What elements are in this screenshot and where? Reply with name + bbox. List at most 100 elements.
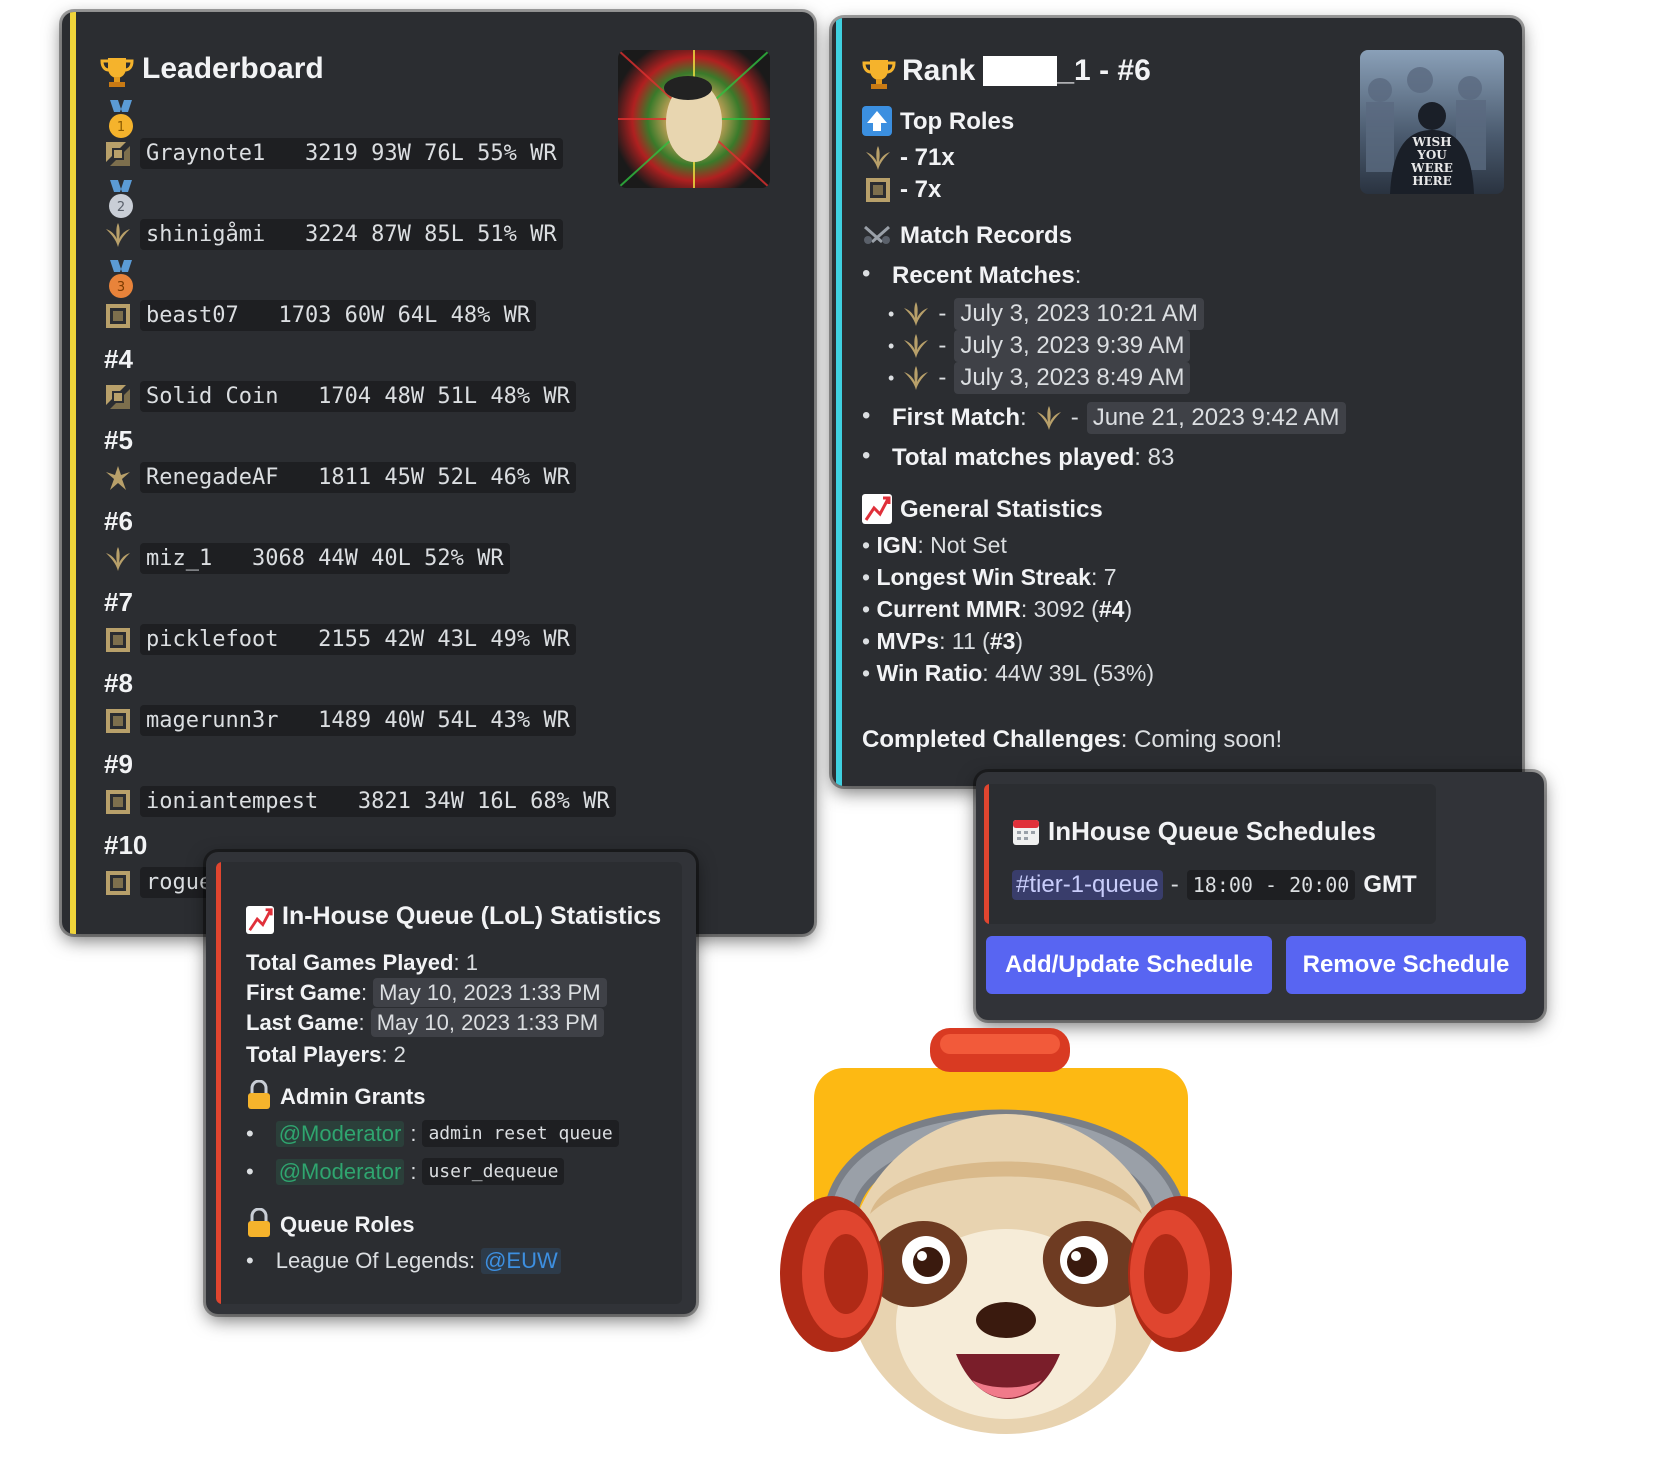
gold-medal-icon: 1 — [104, 100, 138, 140]
support-icon — [104, 788, 132, 816]
bullet: • — [246, 1120, 254, 1146]
rank-title-prefix: Rank — [902, 54, 976, 87]
trophy-icon — [862, 58, 896, 95]
rank-label: #7 — [104, 587, 133, 617]
leaderboard-stats: beast07 1703 60W 64L 48% WR — [140, 300, 537, 331]
recent-match-item: • - July 3, 2023 10:21 AM — [888, 298, 1204, 330]
chart-increasing-icon — [246, 906, 274, 934]
match-timestamp[interactable]: July 3, 2023 9:39 AM — [954, 330, 1191, 362]
jungle-icon — [864, 144, 892, 172]
stat-line: • Current MMR: 3092 (#4) — [862, 596, 1133, 622]
jungle-icon — [902, 300, 930, 328]
first-match-label: First Match — [892, 404, 1021, 431]
bullet: • — [862, 260, 871, 287]
leaderboard-row: rogue — [104, 867, 219, 898]
match-records-heading: Match Records — [900, 222, 1073, 249]
top-role-count: - 7x — [900, 176, 942, 203]
bronze-medal-icon: 3 — [104, 260, 138, 300]
silver-medal-icon: 2 — [104, 180, 138, 220]
channel-mention[interactable]: #tier-1-queue — [1012, 870, 1163, 900]
stat-rank: #4 — [1098, 596, 1125, 622]
role-mention[interactable]: @Moderator — [275, 1158, 405, 1185]
stat-line: • Win Ratio: 44W 39L (53%) — [862, 660, 1155, 686]
sub-bullet: • — [888, 335, 895, 356]
support-icon — [104, 707, 132, 735]
support-icon — [104, 302, 132, 330]
match-timestamp[interactable]: July 3, 2023 10:21 AM — [954, 298, 1204, 330]
rank-label: #8 — [104, 668, 133, 698]
top-lane-icon — [104, 383, 132, 411]
dash: - — [938, 364, 947, 391]
stat-label: Longest Win Streak — [876, 564, 1091, 590]
schedule-timezone: GMT — [1363, 871, 1417, 898]
leaderboard-thumbnail[interactable] — [618, 50, 770, 188]
queue-stats-title: In-House Queue (LoL) Statistics — [282, 902, 662, 930]
top-role-row: - 71x — [864, 144, 955, 172]
stat-line: • MVPs: 11 (#3) — [862, 628, 1024, 654]
top-role-row: - 7x — [864, 176, 941, 204]
rank-title-suffix: _1 - #6 — [1057, 54, 1151, 87]
rank-card: Rank _1 - #6 WISH YOU WERE HERE Top Role… — [832, 18, 1522, 786]
total-matches-line: Total matches played: 83 — [892, 444, 1175, 471]
leaderboard-row: picklefoot 2155 42W 43L 49% WR — [104, 624, 576, 655]
queue-stat-line: Last Game: May 10, 2023 1:33 PM — [246, 1008, 605, 1037]
leaderboard-title: Leaderboard — [142, 52, 324, 85]
crossed-swords-icon — [862, 224, 892, 251]
jungle-icon — [1035, 404, 1063, 432]
queue-stat-timestamp[interactable]: May 10, 2023 1:33 PM — [370, 1008, 605, 1037]
rank-label: #4 — [104, 344, 133, 374]
dash: - — [1170, 871, 1179, 898]
leaderboard-row: beast07 1703 60W 64L 48% WR — [104, 300, 537, 331]
stat-value: 7 — [1103, 564, 1117, 590]
challenges-line: Completed Challenges: Coming soon! — [862, 726, 1283, 753]
support-icon — [104, 626, 132, 654]
challenges-label: Completed Challenges — [862, 726, 1121, 753]
bullet: • — [862, 402, 871, 429]
mascot-logo — [780, 1024, 1240, 1444]
rank-thumbnail[interactable]: WISH YOU WERE HERE — [1360, 50, 1504, 194]
leaderboard-row: Graynote1 3219 93W 76L 55% WR — [104, 138, 563, 169]
sub-bullet: • — [888, 303, 895, 324]
jungle-icon — [902, 332, 930, 360]
bullet: • — [246, 1248, 254, 1273]
role-mention[interactable]: @EUW — [481, 1248, 561, 1274]
leaderboard-stats: shinigåmi 3224 87W 85L 51% WR — [140, 219, 563, 250]
leaderboard-row: miz_1 3068 44W 40L 52% WR — [104, 543, 510, 574]
stat-rank: #3 — [989, 628, 1016, 654]
queue-stat-timestamp[interactable]: May 10, 2023 1:33 PM — [373, 978, 607, 1007]
rank-title: Rank _1 - #6 — [902, 54, 1151, 88]
first-match-timestamp[interactable]: June 21, 2023 9:42 AM — [1086, 402, 1346, 434]
stat-value: 3092 ( — [1033, 596, 1099, 622]
stat-value: 11 ( — [951, 628, 990, 654]
total-matches-label: Total matches played — [892, 444, 1135, 471]
leaderboard-stats: Graynote1 3219 93W 76L 55% WR — [140, 138, 563, 169]
calendar-icon — [1012, 816, 1040, 851]
stat-label: IGN — [876, 532, 918, 558]
sub-bullet: • — [888, 367, 895, 388]
add-update-schedule-button[interactable]: Add/Update Schedule — [986, 936, 1272, 994]
svg-text:3: 3 — [117, 280, 125, 295]
queue-roles-heading: Queue Roles — [280, 1212, 415, 1237]
rank-label: #9 — [104, 749, 133, 779]
stat-line: • IGN: Not Set — [862, 532, 1007, 558]
lock-icon — [246, 1079, 272, 1115]
stat-value: Not Set — [930, 532, 1007, 558]
recent-matches-line: Recent Matches: — [892, 262, 1082, 289]
remove-schedule-button[interactable]: Remove Schedule — [1286, 936, 1526, 994]
role-mention[interactable]: @Moderator — [275, 1120, 405, 1147]
bullet: • — [862, 442, 871, 469]
leaderboard-stats: Solid Coin 1704 48W 51L 48% WR — [140, 381, 576, 412]
queue-role-item: • League Of Legends: @EUW — [246, 1248, 561, 1274]
match-timestamp[interactable]: July 3, 2023 8:49 AM — [954, 362, 1191, 394]
lock-icon — [246, 1207, 272, 1243]
schedule-time-range: 18:00 - 20:00 — [1186, 870, 1356, 900]
recent-match-item: • - July 3, 2023 8:49 AM — [888, 362, 1191, 394]
rank-label: #6 — [104, 506, 133, 536]
leaderboard-row: ioniantempest 3821 34W 16L 68% WR — [104, 786, 616, 817]
rank-label: #5 — [104, 425, 133, 455]
queue-stats-embed: In-House Queue (LoL) Statistics Total Ga… — [216, 862, 682, 1304]
leaderboard-stats: picklefoot 2155 42W 43L 49% WR — [140, 624, 576, 655]
queue-stats-card: In-House Queue (LoL) Statistics Total Ga… — [206, 852, 696, 1314]
queue-role-label: League Of Legends: — [275, 1248, 476, 1273]
queue-stat-value: 2 — [393, 1042, 406, 1067]
